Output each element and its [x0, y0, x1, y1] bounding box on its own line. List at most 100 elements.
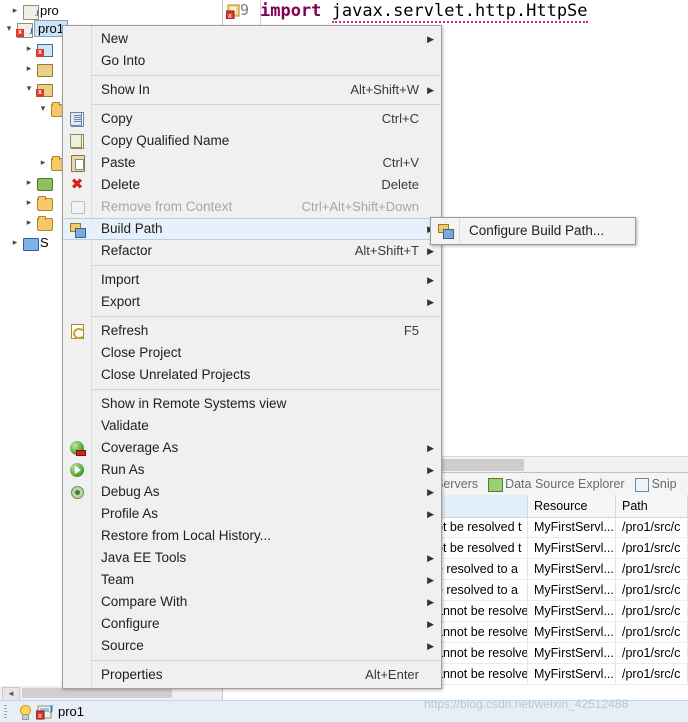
tree-item-pro1[interactable]: ▾ Jx pro1 [2, 18, 69, 38]
chevron-down-icon[interactable]: ▾ [22, 79, 36, 98]
menu-item-show-remote-systems[interactable]: Show in Remote Systems view [63, 393, 441, 415]
menu-item-label: Copy Qualified Name [101, 133, 230, 148]
delete-icon: ✖ [70, 175, 84, 193]
tree-item-s[interactable]: ▸ S [8, 232, 49, 251]
column-header-label: Path [622, 499, 648, 513]
view-tab-snip[interactable]: Snip [630, 473, 682, 495]
table-row[interactable]: e resolved to a MyFirstServl.../pro1/src… [430, 559, 688, 580]
tree-item-node-4[interactable]: ▾ x [22, 78, 54, 97]
menu-item-close-unrelated[interactable]: Close Unrelated Projects [63, 364, 441, 386]
scrollbar-thumb[interactable] [22, 688, 172, 698]
menu-item-team[interactable]: Team ▶ [63, 569, 441, 591]
menu-item-run-as[interactable]: Run As ▶ [63, 459, 441, 481]
problems-table-body[interactable]: ot be resolved t MyFirstServl.../pro1/src… [430, 517, 688, 701]
tree-item-node-8[interactable]: ▸ [22, 192, 54, 211]
menu-item-label: Close Project [101, 345, 182, 360]
menu-item-label: Validate [101, 418, 149, 433]
menu-item-label: Go Into [101, 53, 146, 68]
menu-item-source[interactable]: Source ▶ [63, 635, 441, 657]
chevron-right-icon[interactable]: ▸ [22, 59, 36, 78]
chevron-right-icon[interactable]: ▸ [22, 39, 36, 58]
folder-icon [36, 195, 54, 211]
menu-item-profile-as[interactable]: Profile As ▶ [63, 503, 441, 525]
column-header-resource[interactable]: Resource [528, 495, 616, 517]
menu-item-configure-build-path[interactable]: Configure Build Path... [431, 220, 635, 242]
menu-item-label: Remove from Context [101, 199, 233, 214]
menu-item-java-ee-tools[interactable]: Java EE Tools ▶ [63, 547, 441, 569]
table-cell-path: /pro1/src/c [616, 643, 688, 664]
menu-item-label: Configure [101, 616, 160, 631]
menu-item-import[interactable]: Import ▶ [63, 269, 441, 291]
problems-table-header[interactable]: Resource Path [430, 495, 688, 518]
table-row[interactable]: annot be resolve MyFirstServl.../pro1/src… [430, 601, 688, 622]
tree-item-node-3[interactable]: ▸ [22, 58, 54, 77]
tree-item-node-7[interactable]: ▸ [22, 172, 54, 191]
scroll-left-button[interactable]: ◄ [2, 687, 20, 701]
table-row[interactable]: annot be resolve MyFirstServl.../pro1/src… [430, 643, 688, 664]
chevron-down-icon[interactable]: ▾ [2, 19, 16, 38]
menu-separator [92, 104, 440, 105]
menu-item-copy-qualified-name[interactable]: Copy Qualified Name [63, 130, 441, 152]
table-cell-path: /pro1/src/c [616, 559, 688, 580]
menu-item-paste[interactable]: Paste Ctrl+V [63, 152, 441, 174]
menu-item-delete[interactable]: ✖ Delete Delete [63, 174, 441, 196]
menu-item-build-path[interactable]: Build Path▶ [63, 218, 441, 240]
chevron-right-icon[interactable]: ▸ [22, 173, 36, 192]
tree-item-node-2[interactable]: ▸ x [22, 38, 54, 57]
tree-item-pro[interactable]: ▸ Jpro [8, 0, 59, 20]
quick-fix-bulb-icon[interactable] [18, 705, 31, 720]
menu-item-close-project[interactable]: Close Project [63, 342, 441, 364]
menu-item-properties[interactable]: Properties Alt+Enter [63, 664, 441, 686]
menu-item-refresh[interactable]: Refresh F5 [63, 320, 441, 342]
chevron-down-icon[interactable]: ▾ [36, 99, 50, 118]
column-header-path[interactable]: Path [616, 495, 688, 517]
menu-item-show-in[interactable]: Show In Alt+Shift+W ▶ [63, 79, 441, 101]
menu-item-restore-local-history[interactable]: Restore from Local History... [63, 525, 441, 547]
menu-item-label: Source [101, 638, 144, 653]
table-row[interactable]: annot be resolve MyFirstServl.../pro1/src… [430, 664, 688, 685]
column-header-description[interactable] [430, 495, 528, 517]
tree-item-node-9[interactable]: ▸ [22, 212, 54, 231]
debug-icon [69, 484, 86, 500]
menu-separator [92, 75, 440, 76]
tree-item-label: pro [40, 3, 59, 19]
chevron-right-icon[interactable]: ▸ [22, 213, 36, 232]
status-bar-grip-icon [4, 705, 7, 719]
menu-item-copy[interactable]: Copy Ctrl+C [63, 108, 441, 130]
library-icon [36, 175, 54, 191]
menu-item-label: Configure Build Path... [469, 223, 605, 238]
table-row[interactable]: e resolved to a MyFirstServl.../pro1/src… [430, 580, 688, 601]
project-context-menu[interactable]: New ▶ Go Into Show In Alt+Shift+W ▶ Copy Ctrl+C… [62, 25, 442, 689]
menu-item-export[interactable]: Export ▶ [63, 291, 441, 313]
snippets-icon [634, 478, 649, 493]
menu-item-debug-as[interactable]: Debug As ▶ [63, 481, 441, 503]
menu-item-validate[interactable]: Validate [63, 415, 441, 437]
menu-item-configure[interactable]: Configure ▶ [63, 613, 441, 635]
chevron-right-icon: ▶ [427, 619, 434, 629]
menu-item-coverage-as[interactable]: Coverage As ▶ [63, 437, 441, 459]
menu-item-go-into[interactable]: Go Into [63, 50, 441, 72]
code-token: javax.servlet.http.HttpSe [331, 1, 588, 23]
table-cell-description: e resolved to a [430, 559, 528, 580]
view-tab-bar[interactable]: Servers Data Source Explorer Snip [430, 473, 688, 496]
table-row[interactable]: ot be resolved t MyFirstServl.../pro1/src… [430, 538, 688, 559]
chevron-right-icon[interactable]: ▸ [22, 193, 36, 212]
problems-view[interactable]: Servers Data Source Explorer Snip Resource… [430, 472, 688, 701]
chevron-right-icon[interactable]: ▸ [36, 153, 50, 172]
java-project-error-icon: J x [35, 704, 54, 720]
menu-item-compare-with[interactable]: Compare With ▶ [63, 591, 441, 613]
status-bar-label: pro1 [58, 704, 85, 719]
menu-item-accelerator: Alt+Enter [365, 667, 419, 682]
table-cell-description: annot be resolve [430, 664, 528, 685]
menu-separator [92, 265, 440, 266]
chevron-right-icon[interactable]: ▸ [8, 233, 22, 252]
build-path-submenu[interactable]: Configure Build Path... [430, 217, 636, 245]
menu-item-label: Build Path [101, 221, 163, 236]
menu-item-new[interactable]: New ▶ [63, 28, 441, 50]
menu-item-label: Delete [101, 177, 141, 192]
table-row[interactable]: annot be resolve MyFirstServl.../pro1/src… [430, 622, 688, 643]
view-tab-data-source-explorer[interactable]: Data Source Explorer [483, 473, 630, 495]
menu-separator [92, 389, 440, 390]
menu-item-refactor[interactable]: Refactor Alt+Shift+T ▶ [63, 240, 441, 262]
table-row[interactable]: ot be resolved t MyFirstServl.../pro1/src… [430, 517, 688, 538]
